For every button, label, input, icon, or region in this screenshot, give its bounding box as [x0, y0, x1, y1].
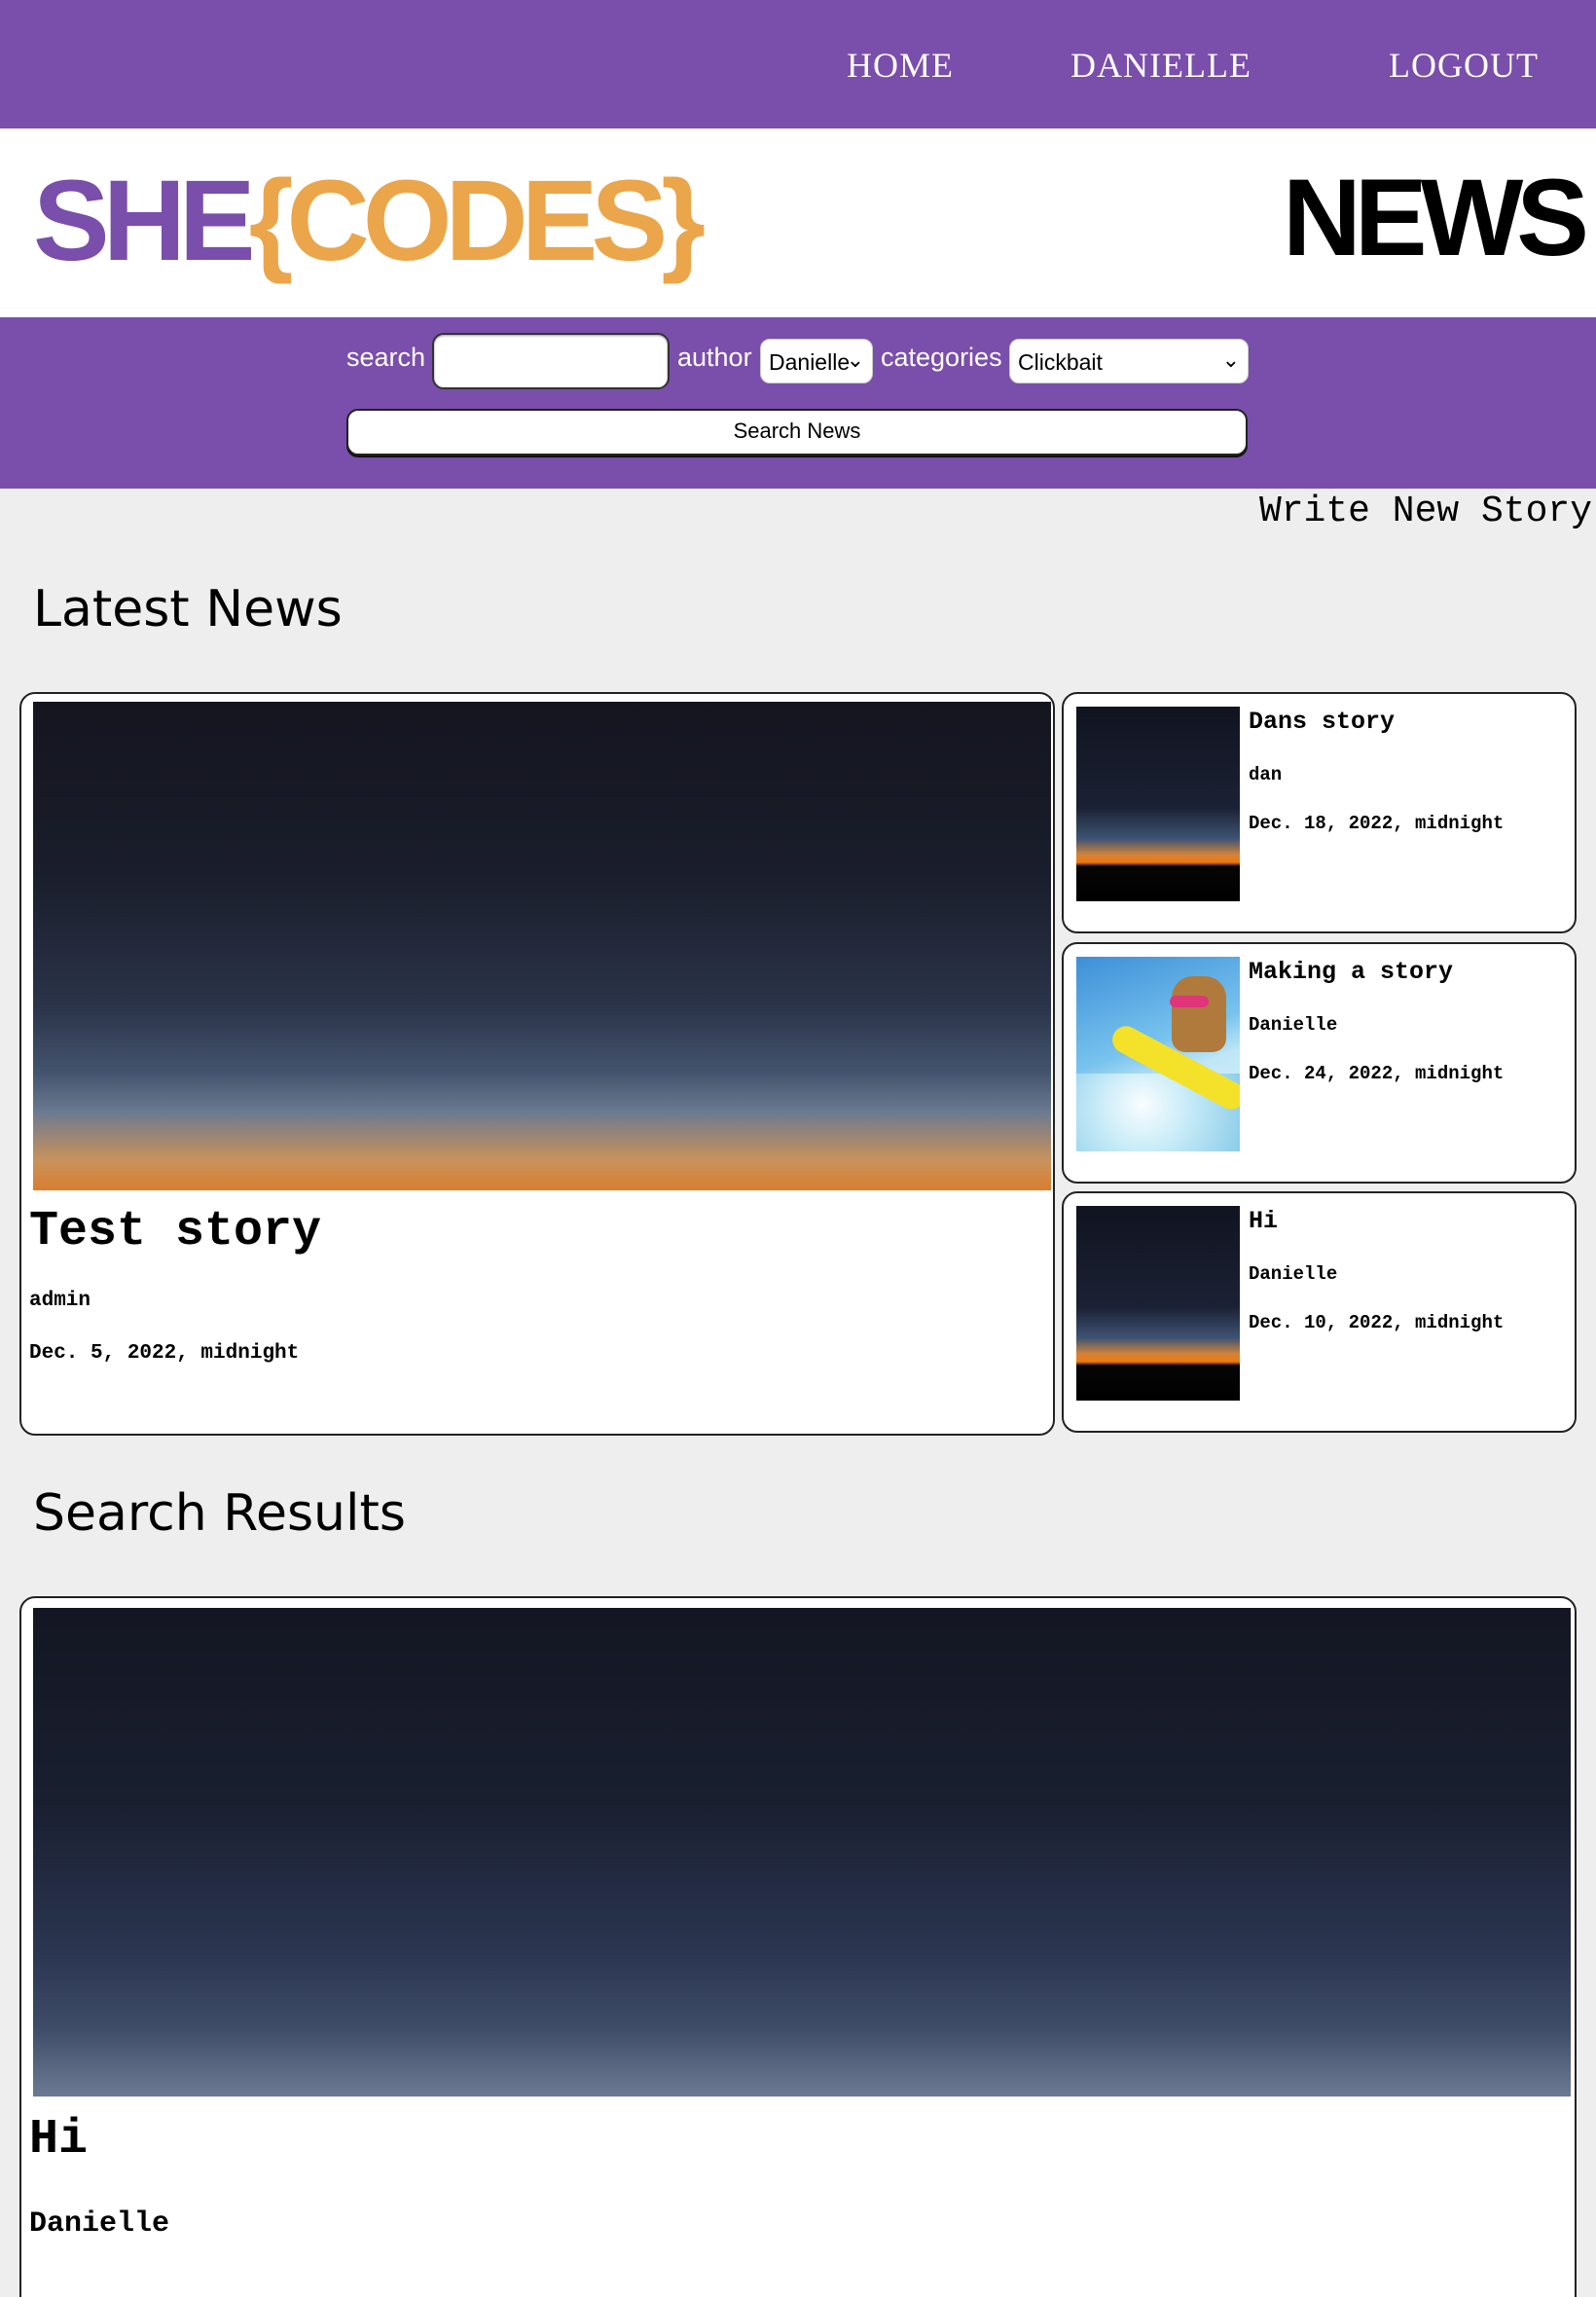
story-image [1076, 957, 1240, 1151]
story-title: Dans story [1249, 708, 1396, 736]
chevron-down-icon: ⌄ [1221, 347, 1240, 372]
side-story-card[interactable]: Making a story Danielle Dec. 24, 2022, m… [1062, 942, 1577, 1184]
search-news-button[interactable]: Search News [346, 409, 1248, 456]
story-image [1076, 1206, 1240, 1401]
category-select[interactable]: Clickbait ⌄ [1009, 339, 1249, 383]
news-title: NEWS [1283, 157, 1589, 278]
search-results-heading: Search Results [33, 1484, 406, 1543]
author-select-value: Danielle [769, 349, 851, 375]
story-author: Danielle [1249, 1014, 1338, 1036]
story-image [1076, 707, 1240, 901]
featured-story-card[interactable]: Test story admin Dec. 5, 2022, midnight [19, 692, 1055, 1436]
side-story-card[interactable]: Hi Danielle Dec. 10, 2022, midnight [1062, 1191, 1577, 1433]
story-date: Dec. 24, 2022, midnight [1249, 1063, 1505, 1084]
brand-header: SHE{CODES} NEWS [0, 128, 1596, 317]
dog-shape [1172, 976, 1226, 1052]
story-date: Dec. 5, 2022, midnight [29, 1342, 300, 1365]
nav-user-link[interactable]: DANIELLE [1070, 45, 1251, 86]
result-story-card[interactable]: Hi Danielle [19, 1596, 1577, 2297]
category-select-value: Clickbait [1018, 349, 1103, 375]
latest-news-heading: Latest News [33, 580, 343, 638]
story-image [33, 702, 1051, 1190]
author-label: author [677, 343, 752, 372]
story-title: Making a story [1249, 958, 1454, 986]
story-title: Test story [29, 1204, 322, 1259]
story-author: Danielle [1249, 1263, 1338, 1285]
story-author: dan [1249, 764, 1283, 785]
story-image [33, 1608, 1571, 2096]
chevron-down-icon: ⌄ [846, 347, 864, 372]
story-title: Hi [29, 2112, 89, 2168]
story-author: Danielle [29, 2207, 170, 2241]
goggles-shape [1170, 996, 1209, 1007]
logo-she-text: SHE [33, 157, 256, 285]
search-label: search [346, 343, 426, 372]
categories-label: categories [881, 343, 1002, 372]
story-date: Dec. 10, 2022, midnight [1249, 1312, 1505, 1333]
story-date: Dec. 18, 2022, midnight [1249, 813, 1505, 834]
story-author: admin [29, 1290, 91, 1312]
shecodes-logo[interactable]: SHE{CODES} [33, 164, 706, 278]
search-bar: search author Danielle ⌄ categories Clic… [0, 317, 1596, 489]
logo-codes-text: {CODES} [248, 157, 706, 285]
top-nav: HOME DANIELLE LOGOUT [0, 0, 1596, 128]
write-new-story-link[interactable]: Write New Story [1259, 491, 1592, 532]
nav-home-link[interactable]: HOME [847, 45, 954, 86]
author-select[interactable]: Danielle ⌄ [760, 339, 873, 383]
search-input[interactable] [432, 333, 670, 389]
side-story-card[interactable]: Dans story dan Dec. 18, 2022, midnight [1062, 692, 1577, 933]
nav-logout-link[interactable]: LOGOUT [1389, 45, 1539, 86]
story-title: Hi [1249, 1207, 1279, 1235]
